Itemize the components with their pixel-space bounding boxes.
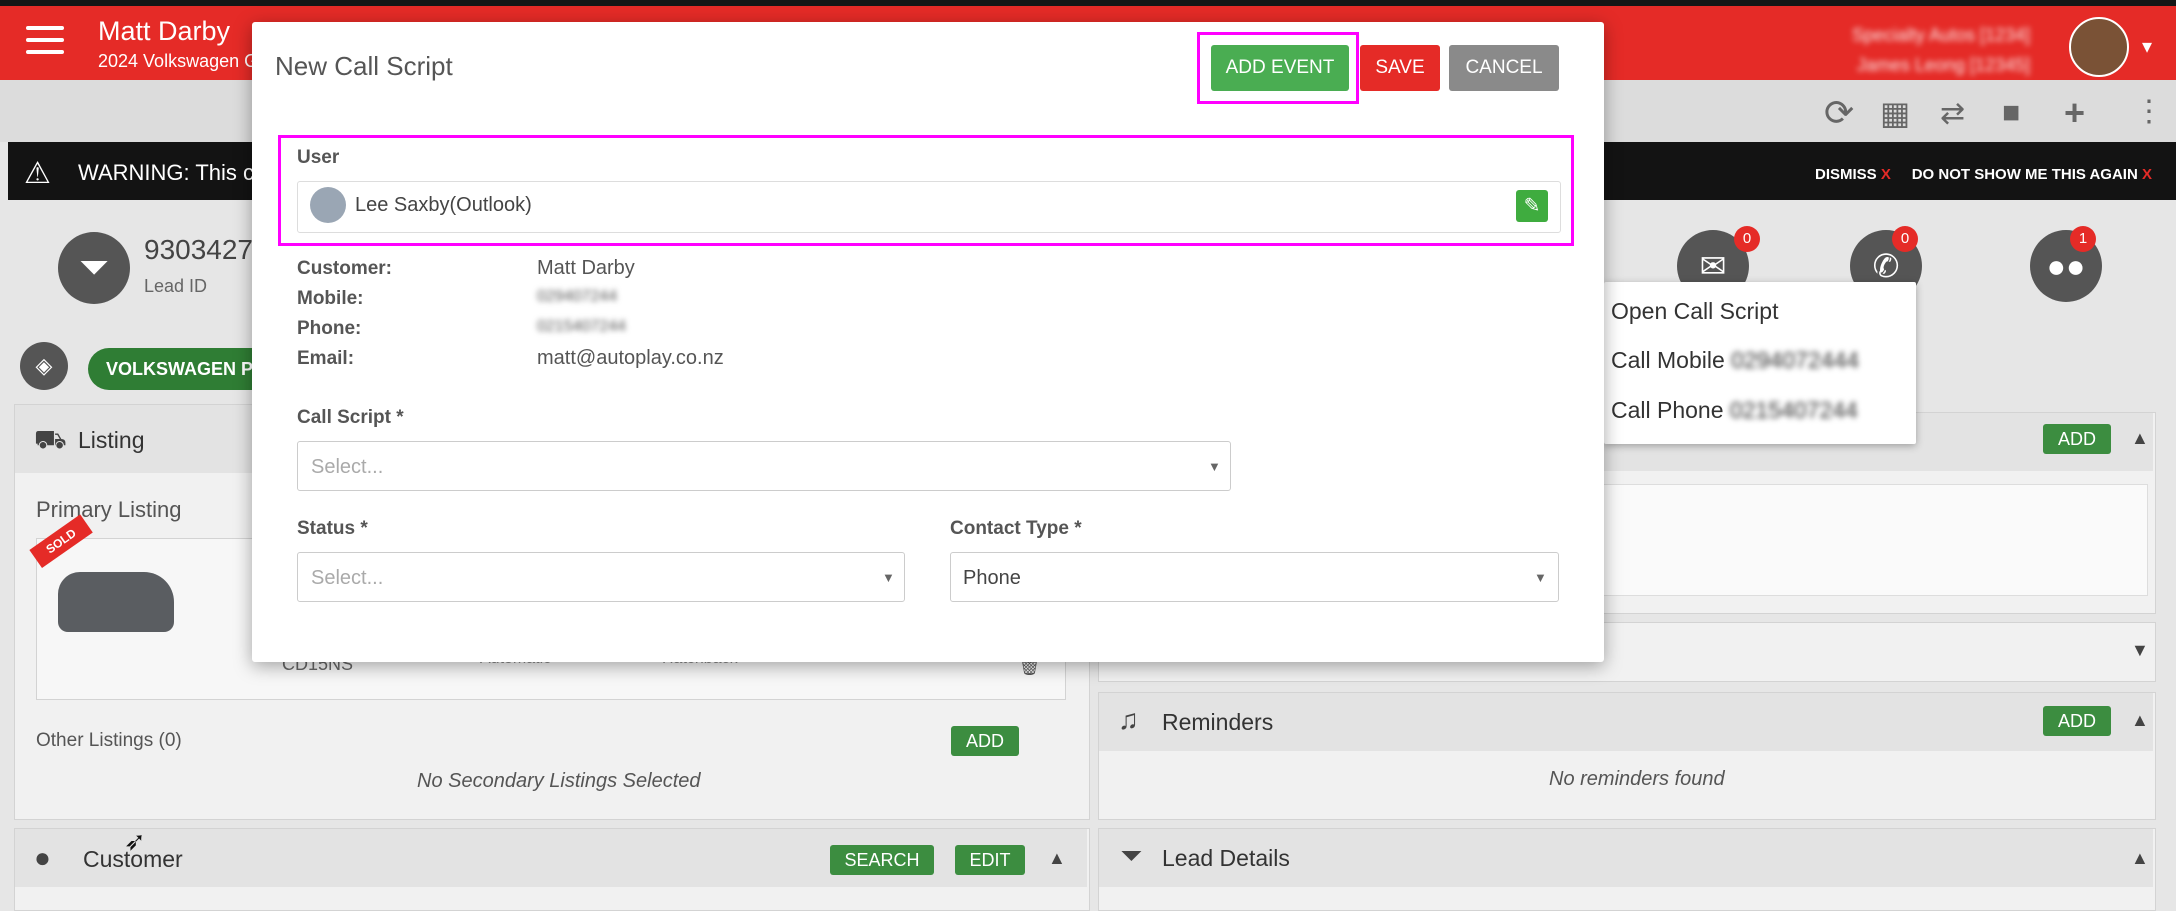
contact-type-value: Phone (963, 567, 1021, 589)
calendar-icon[interactable]: ▦ (1880, 94, 1910, 132)
customer-name: Matt Darby (98, 16, 231, 46)
edit-customer-button[interactable]: EDIT (955, 845, 1025, 875)
chevron-down-icon: ▼ (1208, 459, 1221, 474)
call-script-placeholder: Select... (311, 456, 384, 478)
refresh-icon[interactable]: ⟳ (1824, 92, 1854, 134)
car-image (58, 572, 174, 632)
call-phone-label: Call Phone (1611, 397, 1724, 423)
phone-label: Phone: (297, 318, 362, 339)
call-mobile-label: Call Mobile (1611, 347, 1725, 373)
search-customer-button[interactable]: SEARCH (830, 845, 934, 875)
hamburger-menu-icon[interactable] (26, 26, 64, 56)
user-avatar[interactable] (2069, 17, 2129, 77)
contact-type-select[interactable] (950, 552, 1559, 602)
contact-type-label: Contact Type * (950, 518, 1082, 539)
add-reminder-button[interactable]: ADD (2043, 706, 2111, 736)
mobile-label: Mobile: (297, 288, 364, 309)
status-select[interactable] (297, 552, 905, 602)
primary-listing-label: Primary Listing (36, 497, 182, 522)
user-value: Lee Saxby(Outlook) (355, 194, 532, 216)
add-button[interactable]: ADD (2043, 424, 2111, 454)
dealer-line-1: Specialty Autos [1234] (1851, 25, 2030, 45)
warning-actions: DISMISS X DO NOT SHOW ME THIS AGAIN X (1815, 166, 2152, 183)
phone-badge: 0 (1892, 226, 1918, 252)
call-mobile-item[interactable]: Call Mobile 0294072444 (1611, 347, 1859, 374)
bell-icon: ♫ (1118, 704, 1139, 735)
email-badge: 0 (1734, 226, 1760, 252)
email-value: matt@autoplay.co.nz (537, 347, 724, 369)
chevron-down-icon[interactable]: ▼ (2131, 640, 2149, 661)
dealer-line-2: James Leong [12345] (1856, 55, 2030, 75)
reminders-title: Reminders (1162, 709, 1274, 735)
open-call-script-item[interactable]: Open Call Script (1611, 298, 1778, 325)
dealer-info[interactable]: Specialty Autos [1234] James Leong [1234… (1852, 20, 2030, 80)
chevron-up-icon[interactable]: ▲ (1048, 848, 1066, 869)
call-script-select[interactable] (297, 441, 1231, 491)
person-icon: ● (34, 842, 51, 873)
chevron-down-icon: ▼ (1534, 570, 1547, 585)
modal-title: New Call Script (275, 51, 453, 81)
funnel-icon: ⏷ (1120, 840, 1143, 871)
funnel-icon: ⏷ (58, 232, 130, 304)
car-icon: ⛟ (34, 424, 67, 454)
call-script-label: Call Script * (297, 407, 404, 428)
more-vertical-icon[interactable]: ⋮ (2134, 94, 2164, 129)
status-placeholder: Select... (311, 567, 384, 589)
status-label: Status * (297, 518, 368, 539)
lead-details-title: Lead Details (1162, 845, 1290, 871)
chevron-up-icon[interactable]: ▲ (2131, 710, 2149, 731)
tag-icon: ◈ (20, 342, 68, 390)
email-label: Email: (297, 348, 355, 369)
mobile-value: 029407244 (537, 288, 618, 305)
dismiss-label: DISMISS (1814, 166, 1877, 183)
add-listing-button[interactable]: ADD (951, 726, 1019, 756)
handshake-icon[interactable]: ⇄ (1940, 96, 1965, 131)
vehicle-title: 2024 Volkswagen G (98, 51, 259, 71)
chevron-up-icon[interactable]: ▲ (2131, 428, 2149, 449)
chevron-down-icon[interactable]: ▾ (2142, 34, 2152, 59)
dismiss-button[interactable]: DISMISS X (1815, 166, 1891, 183)
chat-badge: 1 (2070, 226, 2096, 252)
chevron-down-icon: ▼ (882, 570, 895, 585)
chat-icon[interactable]: ■ (2002, 96, 2020, 130)
cancel-button[interactable]: CANCEL (1449, 45, 1559, 91)
listing-title: Listing (78, 427, 145, 453)
phone-value: 0215407244 (537, 318, 626, 335)
call-mobile-number: 0294072444 (1731, 347, 1860, 373)
add-event-button[interactable]: ADD EVENT (1211, 45, 1349, 91)
pencil-icon[interactable]: ✎ (1516, 190, 1548, 222)
lead-id-value: 9303427 (144, 234, 254, 265)
no-reminders: No reminders found (1549, 768, 1725, 790)
do-not-show-label: DO NOT SHOW ME THIS AGAIN (1911, 166, 2138, 183)
plus-icon[interactable]: + (2064, 92, 2085, 134)
other-listings-label: Other Listings (0) (36, 730, 182, 751)
call-phone-number: 0215407244 (1729, 397, 1858, 423)
close-icon: X (2141, 166, 2152, 183)
warning-icon: ⚠ (24, 157, 51, 190)
save-button[interactable]: SAVE (1360, 45, 1440, 91)
no-secondary-listings: No Secondary Listings Selected (417, 770, 701, 792)
customer-label: Customer: (297, 258, 393, 279)
call-phone-item[interactable]: Call Phone 0215407244 (1611, 397, 1858, 424)
user-avatar-icon (310, 187, 346, 223)
chevron-up-icon[interactable]: ▲ (2131, 848, 2149, 869)
lead-id-label: Lead ID (144, 276, 208, 296)
customer-value: Matt Darby (537, 257, 635, 279)
warning-text: WARNING: This c (78, 160, 255, 185)
user-label: User (297, 147, 340, 168)
close-icon: X (1880, 166, 1891, 183)
mouse-cursor-icon: ➶ (124, 826, 146, 856)
do-not-show-button[interactable]: DO NOT SHOW ME THIS AGAIN X (1912, 166, 2152, 183)
